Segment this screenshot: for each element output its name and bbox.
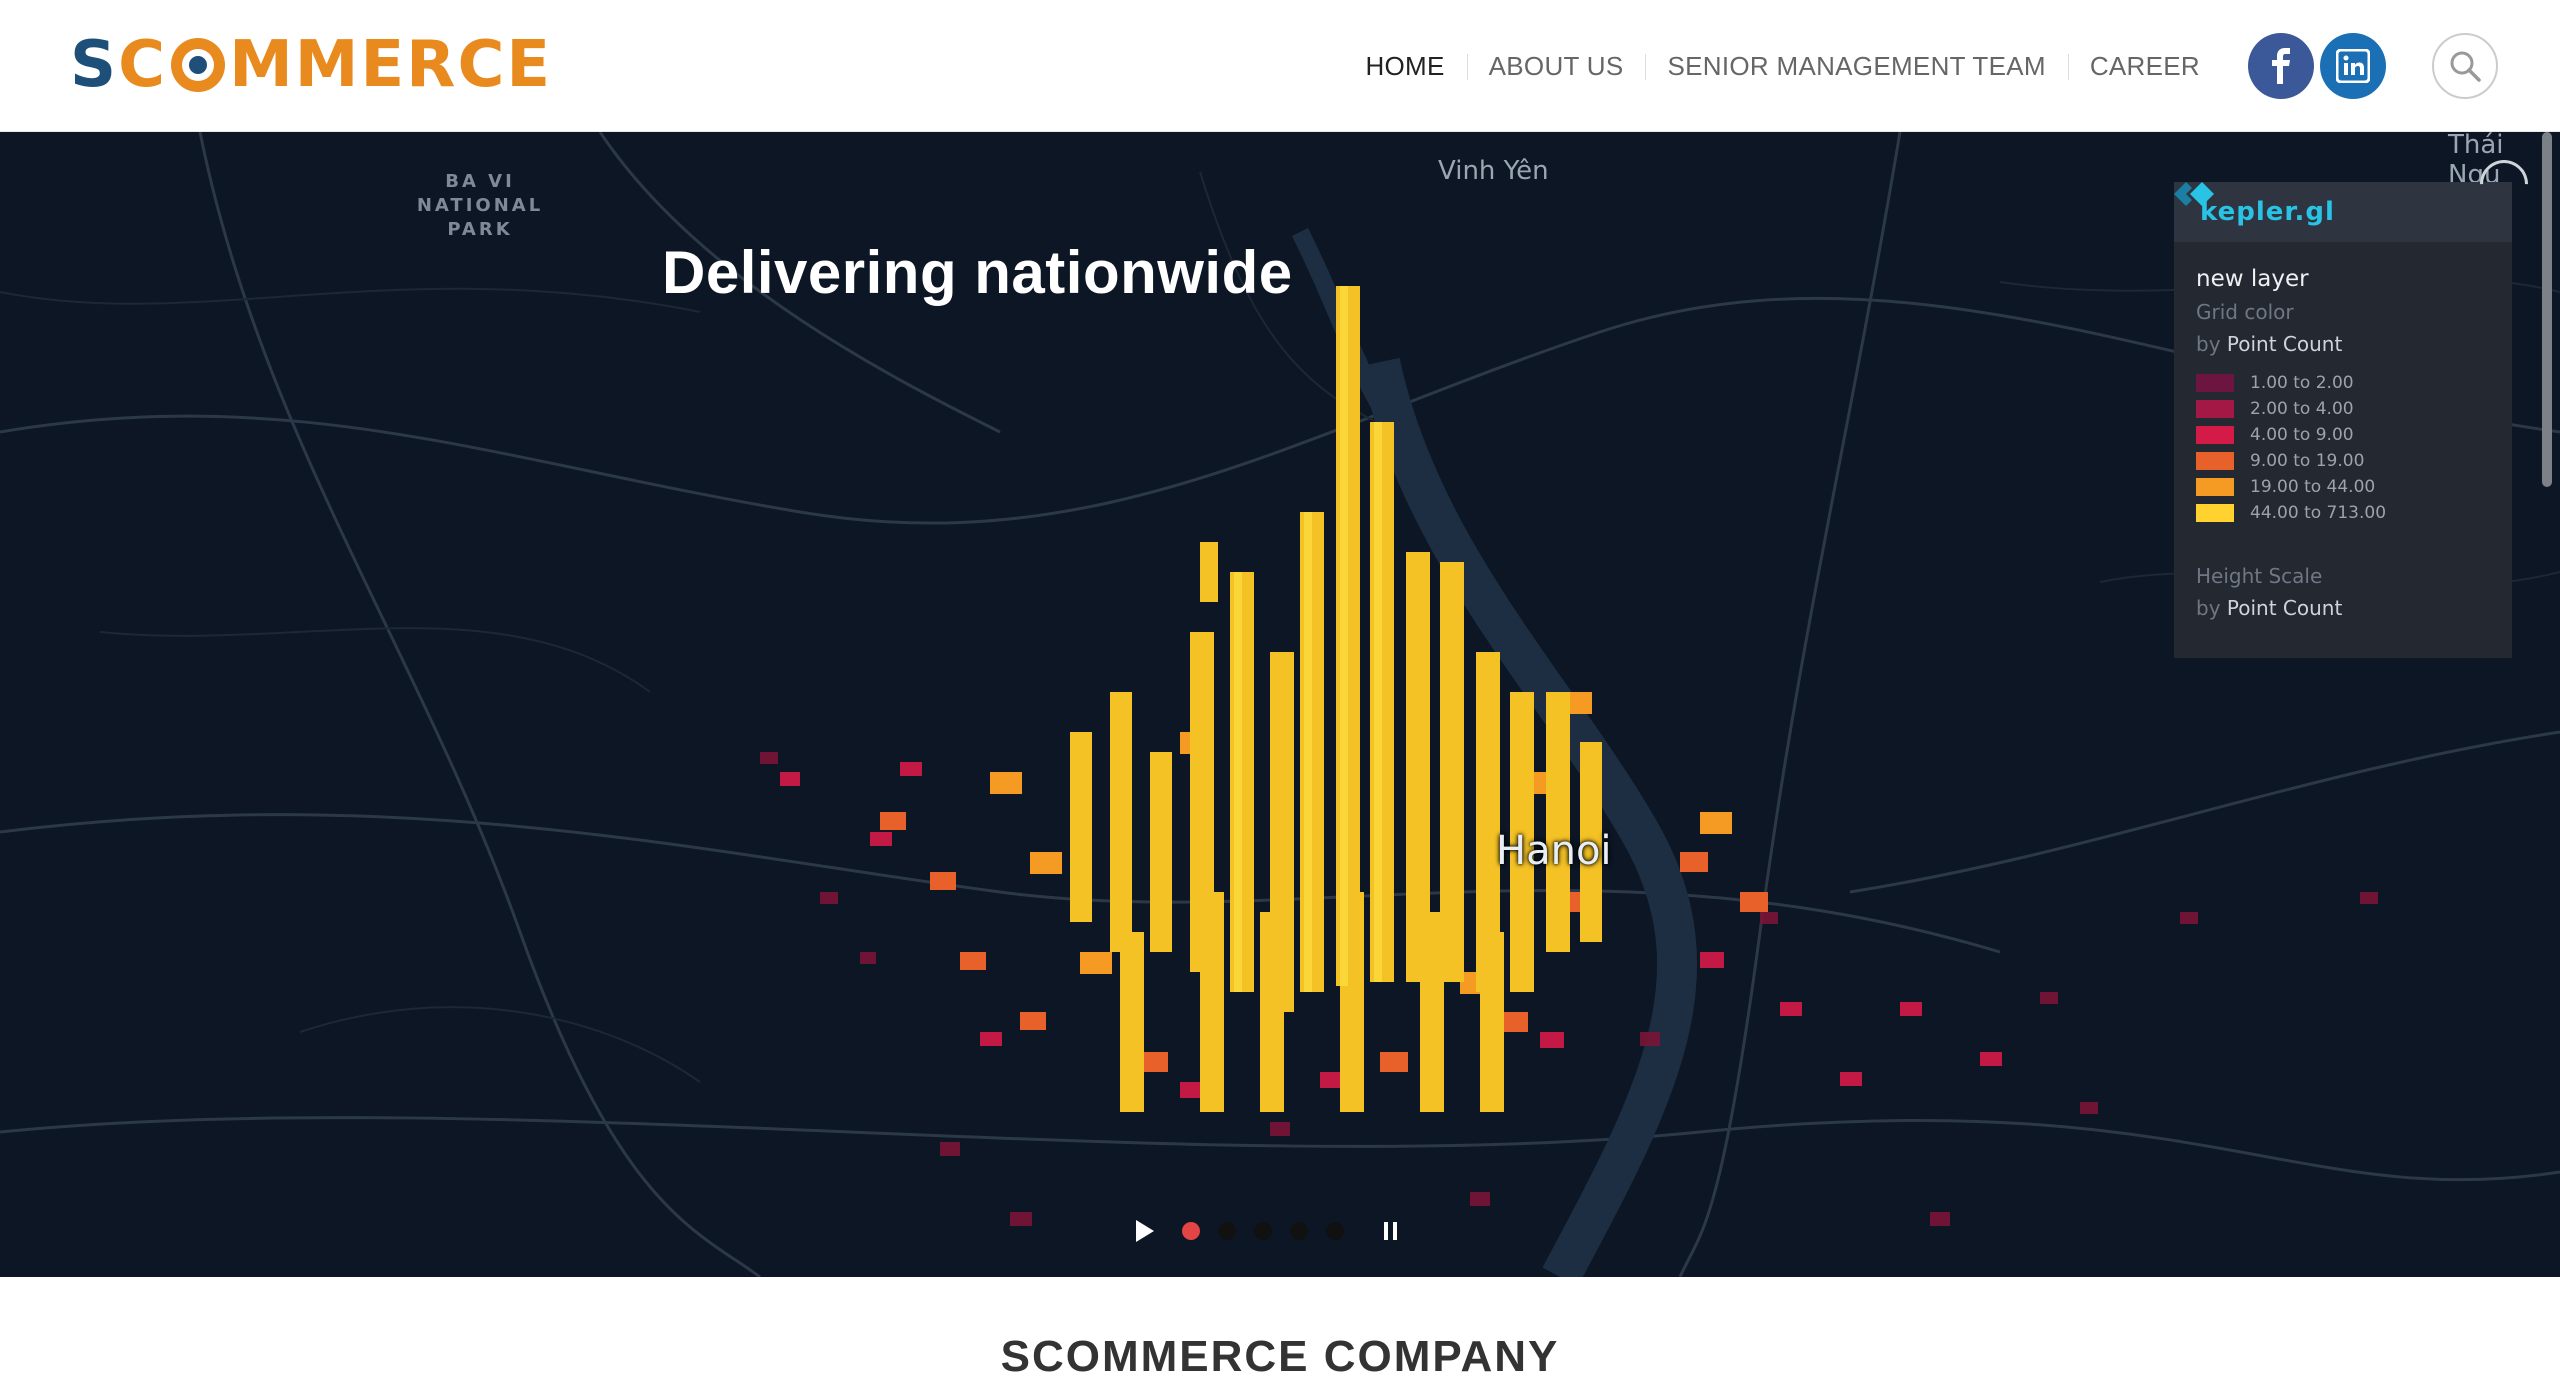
kepler-brand: kepler.gl bbox=[2200, 197, 2335, 227]
legend-row: 2.00 to 4.00 bbox=[2196, 396, 2512, 422]
grid-color-field: by Point Count bbox=[2196, 332, 2343, 356]
nav-home[interactable]: HOME bbox=[1343, 44, 1466, 88]
main-nav: HOME ABOUT US SENIOR MANAGEMENT TEAM CAR… bbox=[1343, 44, 2222, 88]
nav-senior-management-team[interactable]: SENIOR MANAGEMENT TEAM bbox=[1645, 44, 2067, 88]
height-scale-label: Height Scale bbox=[2196, 564, 2323, 588]
height-scale-field: by Point Count bbox=[2196, 596, 2343, 620]
legend-row: 9.00 to 19.00 bbox=[2196, 448, 2512, 474]
facebook-icon bbox=[2272, 48, 2290, 84]
density-bars bbox=[760, 286, 2378, 1226]
map-label-hanoi: Hanoi bbox=[1496, 828, 1612, 874]
site-header: S C MMERCE HOME ABOUT US SENIOR MANAGEMENT… bbox=[0, 0, 2560, 132]
play-icon[interactable] bbox=[1136, 1220, 1154, 1242]
hero-slider: BA VI NATIONAL PARK Vinh Yên Thái Ngu Ha… bbox=[0, 132, 2560, 1277]
logo-eye-icon bbox=[171, 38, 226, 92]
pause-icon[interactable] bbox=[1384, 1222, 1397, 1240]
legend-row: 4.00 to 9.00 bbox=[2196, 422, 2512, 448]
section-title: SCOMMERCE COMPANY bbox=[1000, 1332, 1560, 1381]
linkedin-icon bbox=[2336, 49, 2370, 83]
linkedin-button[interactable] bbox=[2320, 33, 2386, 99]
page-scrollbar[interactable] bbox=[2542, 132, 2552, 487]
scommerce-logo[interactable]: S C MMERCE bbox=[70, 30, 552, 100]
grid-color-label: Grid color bbox=[2196, 300, 2294, 324]
nav-about-us[interactable]: ABOUT US bbox=[1466, 44, 1646, 88]
slide-dot-3[interactable] bbox=[1254, 1222, 1272, 1240]
layer-title: new layer bbox=[2196, 266, 2309, 292]
search-button[interactable] bbox=[2432, 33, 2498, 99]
legend-row: 1.00 to 2.00 bbox=[2196, 370, 2512, 396]
kepler-logo-icon bbox=[2174, 182, 2214, 206]
slide-dot-5[interactable] bbox=[1326, 1222, 1344, 1240]
kepler-legend-panel: kepler.gl new layer Grid color by Point … bbox=[2174, 182, 2512, 658]
legend-row: 44.00 to 713.00 bbox=[2196, 500, 2512, 526]
legend-row: 19.00 to 44.00 bbox=[2196, 474, 2512, 500]
map-label-vinh-yen: Vinh Yên bbox=[1438, 156, 1549, 186]
slider-controls bbox=[1136, 1214, 1397, 1248]
slide-dot-1[interactable] bbox=[1182, 1222, 1200, 1240]
color-legend: 1.00 to 2.00 2.00 to 4.00 4.00 to 9.00 9… bbox=[2196, 370, 2512, 526]
hero-title: Delivering nationwide bbox=[662, 239, 1293, 306]
slide-dot-4[interactable] bbox=[1290, 1222, 1308, 1240]
kepler-header: kepler.gl bbox=[2174, 182, 2512, 242]
facebook-button[interactable] bbox=[2248, 33, 2314, 99]
nav-career[interactable]: CAREER bbox=[2067, 44, 2222, 88]
search-icon bbox=[2450, 51, 2481, 82]
slide-dot-2[interactable] bbox=[1218, 1222, 1236, 1240]
map-label-park: BA VI NATIONAL PARK bbox=[416, 171, 544, 240]
